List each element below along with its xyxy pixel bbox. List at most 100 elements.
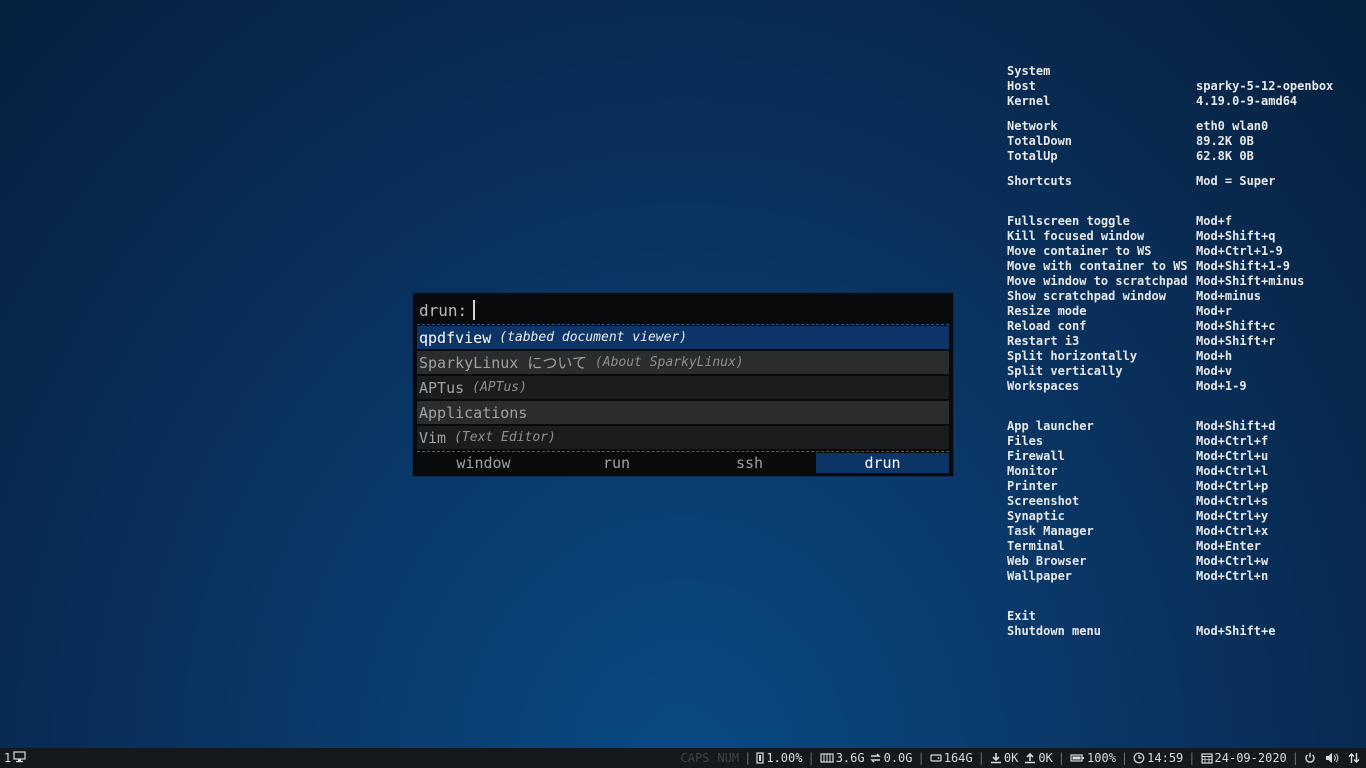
conky-value (1196, 64, 1352, 79)
date-status[interactable]: 24-09-2020 (1200, 751, 1287, 765)
conky-row: Move with container to WS Mod+Shift+1-9 (1007, 259, 1352, 274)
download-icon (990, 752, 1002, 764)
conky-row: Kernel 4.19.0-9-amd64 (1007, 94, 1352, 109)
conky-value: Mod+Shift+q (1196, 229, 1276, 243)
conky-value: Mod+Shift+1-9 (1196, 259, 1290, 273)
conky-row: Host sparky-5-12-openbox (1007, 79, 1352, 94)
launcher-entry[interactable]: qpdfview (tabbed document viewer) (417, 326, 949, 349)
conky-value: Mod+Shift+e (1196, 624, 1276, 638)
battery-icon (1070, 752, 1085, 764)
date-value: 24-09-2020 (1214, 751, 1287, 765)
cpu-icon (756, 752, 764, 764)
battery-status: 100% (1070, 751, 1116, 765)
conky-key: Task Manager (1007, 524, 1094, 538)
entry-description: (About SparkyLinux) (594, 355, 744, 370)
disk-value: 164G (943, 751, 973, 765)
conky-key: TotalDown (1007, 134, 1073, 148)
conky-key: Split vertically (1007, 364, 1123, 378)
mode-tab-ssh[interactable]: ssh (683, 453, 816, 473)
conky-key: Resize mode (1007, 304, 1087, 318)
conky-key: Files (1007, 434, 1044, 448)
conky-value: Mod+Shift+r (1196, 334, 1276, 348)
monitor-icon (13, 750, 26, 766)
conky-key: Monitor (1007, 464, 1058, 478)
conky-value: Mod+Ctrl+w (1196, 554, 1269, 568)
conky-value: Mod+Ctrl+x (1196, 524, 1269, 538)
conky-row: Firewall Mod+Ctrl+u (1007, 449, 1352, 464)
conky-value: 4.19.0-9-amd64 (1196, 94, 1298, 108)
workspace-number: 1 (4, 751, 12, 765)
volume-icon[interactable] (1325, 752, 1339, 764)
conky-key: Move container to WS (1007, 244, 1152, 258)
launcher-entry[interactable]: Applications (417, 401, 949, 424)
disk-icon (930, 752, 942, 764)
conky-value: Mod+minus (1196, 289, 1262, 303)
entry-description: (APTus) (472, 380, 527, 395)
clock-status[interactable]: 14:59 (1133, 751, 1183, 765)
conky-key: Web Browser (1007, 554, 1087, 568)
upload-status: 0K (1024, 751, 1053, 765)
conky-key: Move window to scratchpad (1007, 274, 1188, 288)
mode-tab-window[interactable]: window (417, 453, 550, 473)
conky-value: Mod+h (1196, 349, 1233, 363)
network-arrows-icon[interactable] (1348, 752, 1360, 764)
conky-row: Task Manager Mod+Ctrl+x (1007, 524, 1352, 539)
launcher-entry[interactable]: Vim (Text Editor) (417, 426, 949, 449)
conky-value: Mod+Ctrl+y (1196, 509, 1269, 523)
swap-icon (869, 752, 882, 764)
conky-value: Mod+f (1196, 214, 1233, 228)
conky-key: System (1007, 64, 1051, 78)
separator: | (977, 751, 985, 765)
upload-icon (1024, 752, 1036, 764)
entry-name: Vim (419, 428, 447, 447)
launcher-entry[interactable]: SparkyLinux について (About SparkyLinux) (417, 351, 949, 374)
text-cursor (473, 300, 476, 320)
separator: | (1057, 751, 1066, 765)
conky-key: Reload conf (1007, 319, 1087, 333)
entry-list: qpdfview (tabbed document viewer) SparkyLi… (417, 326, 949, 451)
i3-bar: 1 CAPS NUM | 1.00% | 3.6G 0.0G | 164G | (0, 748, 1366, 768)
entry-description: (tabbed document viewer) (499, 330, 688, 345)
conky-spacer (1007, 584, 1352, 609)
memory-status: 3.6G (820, 751, 865, 765)
workspace-button[interactable]: 1 (4, 750, 26, 766)
separator: | (1120, 751, 1129, 765)
separator: | (917, 751, 925, 765)
mode-tab-drun[interactable]: drun (816, 453, 949, 473)
caps-lock-indicator: CAPS (680, 751, 710, 765)
conky-row: App launcher Mod+Shift+d (1007, 419, 1352, 434)
conky-key: Firewall (1007, 449, 1065, 463)
download-value: 0K (1003, 751, 1019, 765)
prompt-label: drun: (419, 300, 468, 320)
conky-key: Terminal (1007, 539, 1065, 553)
power-icon[interactable] (1304, 752, 1316, 764)
num-lock-indicator: NUM (717, 751, 740, 765)
conky-value (1196, 609, 1352, 624)
memory-icon (820, 752, 834, 764)
conky-row: Fullscreen toggle Mod+f (1007, 214, 1352, 229)
conky-key: Workspaces (1007, 379, 1080, 393)
time-value: 14:59 (1147, 751, 1184, 765)
conky-row: Restart i3 Mod+Shift+r (1007, 334, 1352, 349)
conky-key: Host (1007, 79, 1036, 93)
launcher-entry[interactable]: APTus (APTus) (417, 376, 949, 399)
prompt-row[interactable]: drun: (419, 297, 476, 323)
rofi-launcher: drun: qpdfview (tabbed document viewer) Sp… (412, 292, 954, 477)
conky-row: Shutdown menu Mod+Shift+e (1007, 624, 1352, 639)
conky-row: Screenshot Mod+Ctrl+s (1007, 494, 1352, 509)
conky-row: Shortcuts Mod = Super (1007, 174, 1352, 189)
conky-value: Mod+Shift+d (1196, 419, 1276, 433)
upload-value: 0K (1038, 751, 1053, 765)
clock-icon (1133, 752, 1145, 764)
conky-key: Show scratchpad window (1007, 289, 1166, 303)
conky-row: System (1007, 64, 1352, 79)
swap-value: 0.0G (883, 751, 913, 765)
conky-row: Monitor Mod+Ctrl+l (1007, 464, 1352, 479)
conky-value: Mod+1-9 (1196, 379, 1247, 393)
separator: | (744, 751, 752, 765)
mode-tab-run[interactable]: run (550, 453, 683, 473)
conky-key: Exit (1007, 609, 1036, 623)
separator: | (1291, 751, 1299, 765)
conky-row: Synaptic Mod+Ctrl+y (1007, 509, 1352, 524)
conky-row: Split vertically Mod+v (1007, 364, 1352, 379)
